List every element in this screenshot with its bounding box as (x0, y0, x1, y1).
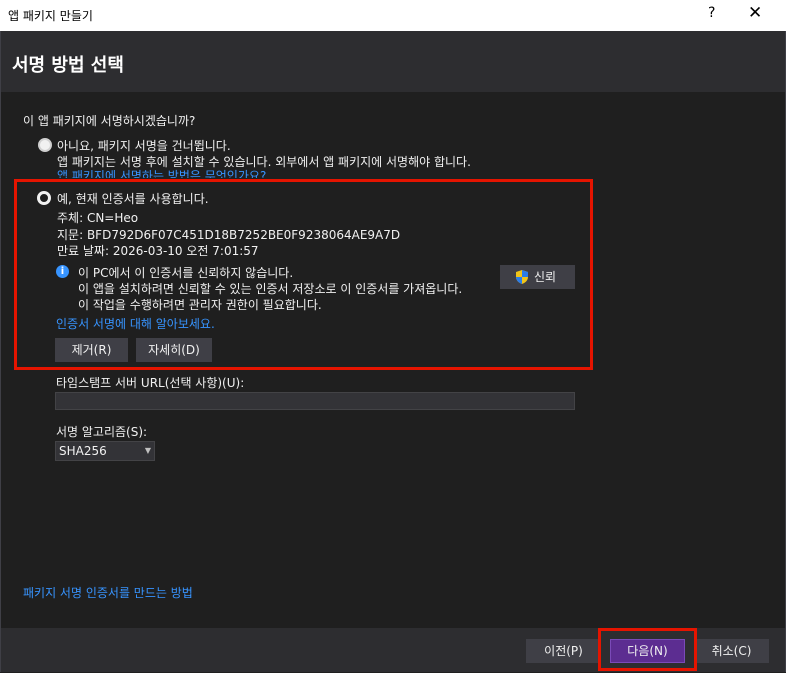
cancel-button[interactable]: 취소(C) (694, 639, 769, 663)
how-to-sign-link[interactable]: 앱 패키지에 서명하는 방법은 무엇인가요? (57, 167, 266, 178)
close-button[interactable]: ✕ (748, 3, 762, 23)
details-button[interactable]: 자세히(D) (136, 338, 212, 362)
chevron-down-icon: ▼ (144, 446, 151, 455)
option-current-label[interactable]: 예, 현재 인증서를 사용합니다. (57, 190, 209, 207)
trust-button[interactable]: 신뢰 (500, 265, 575, 289)
radio-use-current-certificate[interactable] (37, 191, 51, 205)
info-icon: i (56, 265, 69, 278)
timestamp-label: 타임스탬프 서버 URL(선택 사항)(U): (56, 376, 245, 390)
sign-question: 이 앱 패키지에 서명하시겠습니까? (23, 114, 196, 128)
certificate-thumbprint: 지문: BFD792D6F07C451D18B7252BE0F9238064AE… (57, 228, 401, 242)
help-button[interactable]: ? (708, 5, 715, 21)
certificate-subject: 주체: CN=Heo (57, 211, 139, 225)
page-title: 서명 방법 선택 (12, 55, 124, 76)
algorithm-label: 서명 알고리즘(S): (56, 425, 148, 439)
learn-certificate-link[interactable]: 인증서 서명에 대해 알아보세요. (56, 315, 215, 332)
prev-button[interactable]: 이전(P) (526, 639, 601, 663)
untrusted-warning-line-1: 이 PC에서 이 인증서를 신뢰하지 않습니다. (78, 266, 294, 280)
option-skip-link-clip: 앱 패키지에 서명하는 방법은 무엇인가요? (57, 167, 357, 178)
trust-button-label: 신뢰 (534, 270, 557, 284)
algorithm-dropdown[interactable]: SHA256 ▼ (55, 441, 155, 461)
untrusted-warning-line-2: 이 앱을 설치하려면 신뢰할 수 있는 인증서 저장소로 이 인증서를 가져옵니… (78, 282, 463, 296)
next-button[interactable]: 다음(N) (610, 639, 685, 663)
shield-icon (516, 270, 528, 284)
radio-skip-signing[interactable] (38, 138, 52, 152)
remove-button[interactable]: 제거(R) (55, 338, 128, 362)
untrusted-warning-line-3: 이 작업을 수행하려면 관리자 권한이 필요합니다. (78, 298, 322, 312)
create-certificate-link[interactable]: 패키지 서명 인증서를 만드는 방법 (23, 584, 193, 601)
algorithm-selected-value: SHA256 (59, 444, 107, 458)
timestamp-url-input[interactable] (55, 392, 575, 410)
window-titlebar: 앱 패키지 만들기 ? ✕ (0, 0, 786, 31)
window-title: 앱 패키지 만들기 (8, 9, 93, 23)
page-header: 서명 방법 선택 (1, 31, 785, 92)
certificate-expiry: 만료 날짜: 2026-03-10 오전 7:01:57 (57, 244, 259, 258)
option-skip-label[interactable]: 아니요, 패키지 서명을 건너뜁니다. (57, 137, 231, 154)
